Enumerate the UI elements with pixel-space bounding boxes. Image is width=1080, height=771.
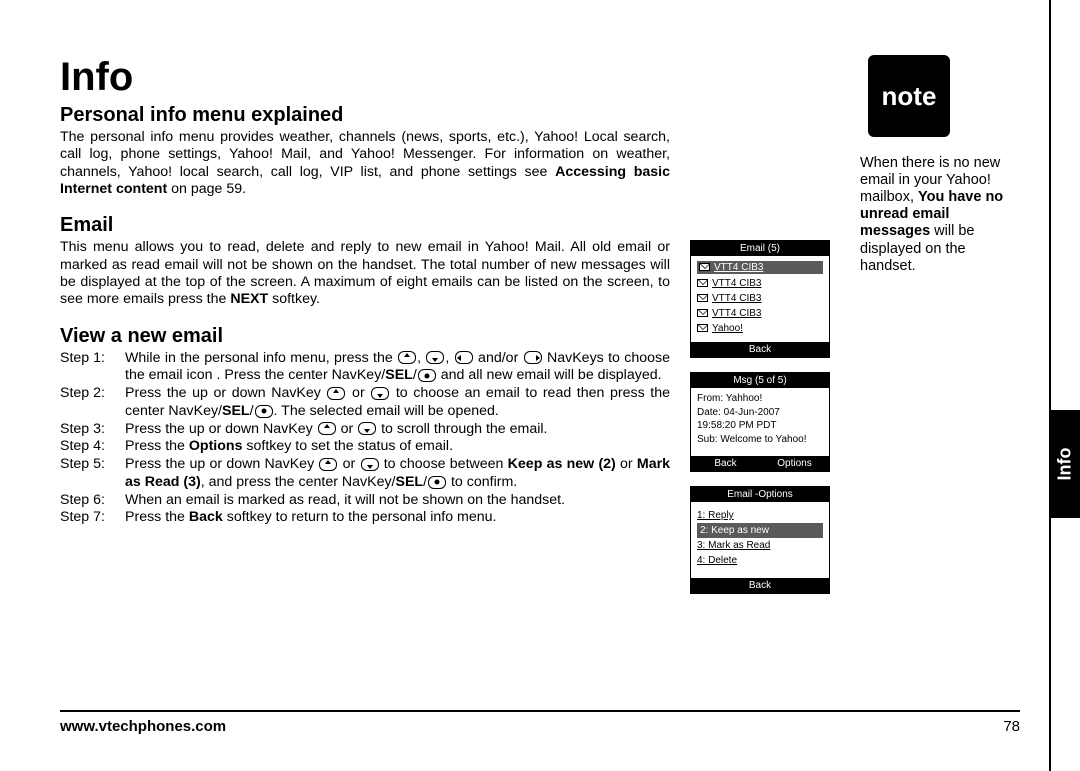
navkey-up-icon [319,458,337,471]
heading-view-new-email: View a new email [60,325,670,348]
page-title: Info [60,55,670,100]
softkey-back: Back [691,456,760,471]
navkey-up-icon [398,351,416,364]
list-item: Yahoo! [691,321,829,336]
footer-page-number: 78 [1003,718,1020,735]
navkey-down-icon [358,422,376,435]
step-3: Step 3: Press the up or down NavKey or t… [60,421,670,439]
mail-icon [697,294,708,302]
paragraph-email: This menu allows you to read, delete and… [60,239,670,308]
navkey-down-icon [426,351,444,364]
navkey-center-icon [418,369,436,382]
step-6: Step 6: When an email is marked as read,… [60,492,670,510]
screen-softkeys: Back [691,342,829,357]
screen-title: Email -Options [691,487,829,502]
navkey-up-icon [318,422,336,435]
footer-url: www.vtechphones.com [60,718,226,735]
mail-icon [697,309,708,317]
list-item: VTT4 CIB3 [691,306,829,321]
step-1: Step 1: While in the personal info menu,… [60,350,670,386]
list-item: 3: Mark as Read [697,538,823,553]
steps-list: Step 1: While in the personal info menu,… [60,350,670,528]
mail-icon [699,263,710,271]
step-2: Step 2: Press the up or down NavKey or t… [60,385,670,421]
list-item: VTT4 CIB3 [691,291,829,306]
options-list: 1: Reply 2: Keep as new 3: Mark as Read … [691,502,829,578]
step-5: Step 5: Press the up or down NavKey or t… [60,456,670,492]
screen-title: Msg (5 of 5) [691,373,829,388]
softkey-back: Back [691,578,829,593]
navkey-right-icon [524,351,542,364]
step-4: Step 4: Press the Options softkey to set… [60,438,670,456]
note-text: When there is no new email in your Yahoo… [860,155,1010,275]
screen-softkeys: Back [691,578,829,593]
note-badge: note [868,55,950,137]
section-tab-label: Info [1055,448,1076,481]
heading-personal-info: Personal info menu explained [60,104,670,127]
list-item: 4: Delete [697,553,823,568]
navkey-down-icon [361,458,379,471]
mail-icon [697,324,708,332]
phone-screen-inbox: Email (5) VTT4 CIB3 VTT4 CIB3 VTT4 CIB3 … [690,240,830,358]
softkey-options: Options [760,456,829,471]
page-footer: www.vtechphones.com 78 [60,710,1020,735]
page-border-line [1049,0,1051,771]
softkey-back: Back [691,342,829,357]
navkey-left-icon [455,351,473,364]
screen-title: Email (5) [691,241,829,256]
list-item: VTT4 CIB3 [691,276,829,291]
navkey-up-icon [327,387,345,400]
step-7: Step 7: Press the Back softkey to return… [60,509,670,527]
inbox-list: VTT4 CIB3 VTT4 CIB3 VTT4 CIB3 VTT4 CIB3 … [691,256,829,342]
phone-screen-options: Email -Options 1: Reply 2: Keep as new 3… [690,486,830,594]
navkey-down-icon [371,387,389,400]
list-item: 1: Reply [697,508,823,523]
navkey-center-icon [255,405,273,418]
mail-icon [697,279,708,287]
phone-screen-message: Msg (5 of 5) From: Yahhoo! Date: 04-Jun-… [690,372,830,472]
paragraph-personal-info: The personal info menu provides weather,… [60,129,670,198]
heading-email: Email [60,214,670,237]
message-body: From: Yahhoo! Date: 04-Jun-2007 19:58:20… [691,388,829,456]
list-item: VTT4 CIB3 [697,261,823,274]
navkey-center-icon [428,476,446,489]
section-tab: Info [1050,410,1080,518]
list-item: 2: Keep as new [697,523,823,538]
screen-softkeys: Back Options [691,456,829,471]
